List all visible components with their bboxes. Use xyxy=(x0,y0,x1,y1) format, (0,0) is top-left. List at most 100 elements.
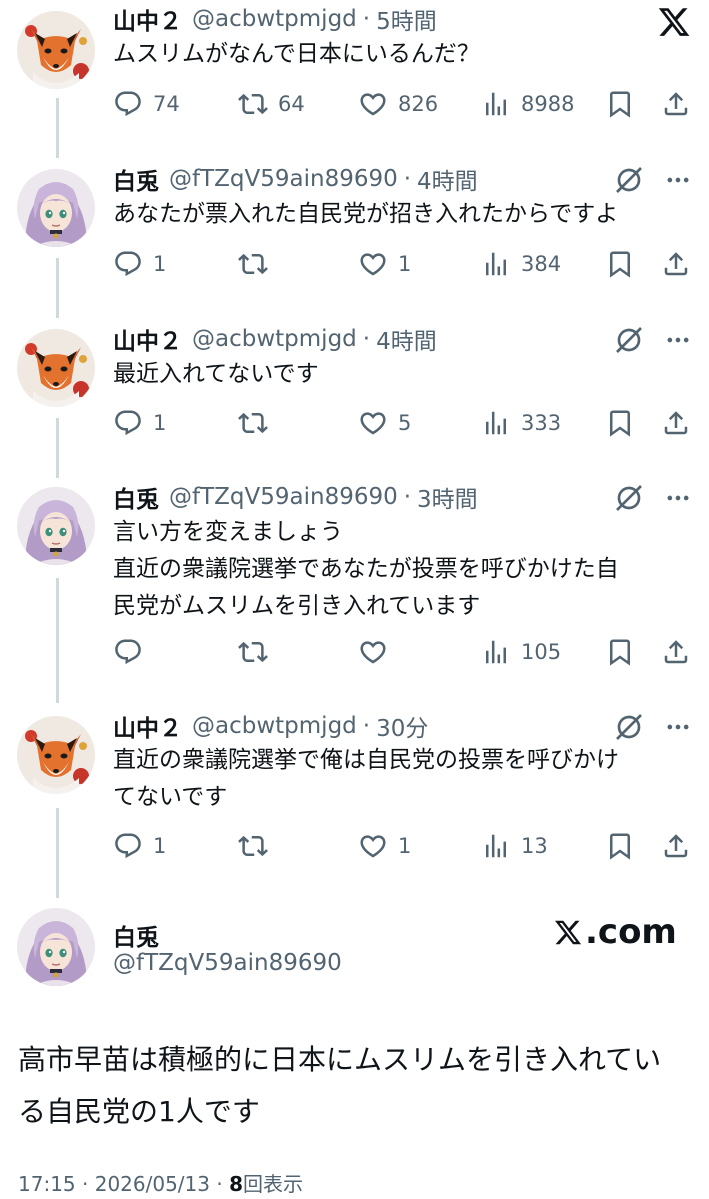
avatar[interactable] xyxy=(17,11,95,89)
post-header: 白兎 @fTZqV59ain89690 · 3時間 xyxy=(113,480,478,514)
grok-icon[interactable] xyxy=(613,164,645,196)
reply-button[interactable]: 1 xyxy=(113,403,166,443)
more-icon[interactable] xyxy=(664,484,692,512)
more-icon[interactable] xyxy=(664,166,692,194)
post-text-line: 民党がムスリムを引き入れています xyxy=(113,593,481,619)
reply-button[interactable]: 74 xyxy=(113,84,180,124)
share-button[interactable] xyxy=(661,244,691,284)
more-icon[interactable] xyxy=(664,326,692,354)
separator: · xyxy=(403,484,412,510)
post-text-line: 最近入れてないです xyxy=(113,361,319,387)
author-name[interactable]: 山中２ xyxy=(113,709,182,743)
views-button[interactable]: 8988 xyxy=(481,84,574,124)
author-handle[interactable]: @acbwtpmjgd xyxy=(192,713,357,739)
post-timestamp[interactable]: 17:15 xyxy=(18,1172,76,1196)
reply-count: 1 xyxy=(153,834,167,858)
post-text-line: 言い方を変えましょう xyxy=(113,519,343,545)
grok-icon[interactable] xyxy=(613,482,645,514)
bookmark-button[interactable] xyxy=(605,403,635,443)
avatar[interactable] xyxy=(17,329,95,407)
repost-icon xyxy=(238,831,268,861)
reply-button[interactable]: 1 xyxy=(113,826,166,866)
main-post-text: 高市早苗は積極的に日本にムスリムを引き入れてい る自民党の1人です xyxy=(18,1034,661,1138)
more-icon[interactable] xyxy=(664,713,692,741)
repost-icon xyxy=(238,637,268,667)
author-name[interactable]: 山中２ xyxy=(113,322,182,356)
share-button[interactable] xyxy=(661,632,691,672)
repost-button[interactable] xyxy=(238,403,278,443)
grok-icon[interactable] xyxy=(613,324,645,356)
repost-icon xyxy=(238,408,268,438)
post-text-line: てないです xyxy=(113,784,228,810)
post-text-line: 直近の衆議院選挙で俺は自民党の投票を呼びかけ xyxy=(113,747,619,773)
views-icon xyxy=(481,408,511,438)
views-button[interactable]: 13 xyxy=(481,826,548,866)
separator: · xyxy=(362,713,371,739)
avatar[interactable] xyxy=(17,716,95,794)
post-time[interactable]: 4時間 xyxy=(376,322,437,356)
x-logo-icon[interactable] xyxy=(656,5,692,39)
repost-button[interactable] xyxy=(238,632,278,672)
watermark-text: .com xyxy=(585,912,677,952)
like-button[interactable]: 1 xyxy=(358,244,411,284)
post-text: 直近の衆議院選挙で俺は自民党の投票を呼びかけ てないです xyxy=(113,742,619,816)
views-icon xyxy=(481,249,511,279)
action-bar: 105 xyxy=(113,632,693,672)
bookmark-icon xyxy=(605,249,635,279)
post-meta: 17:15 · 2026/05/13 · 8回表示 xyxy=(18,1168,303,1197)
like-button[interactable]: 5 xyxy=(358,403,411,443)
author-handle[interactable]: @acbwtpmjgd xyxy=(192,326,357,352)
like-button[interactable]: 826 xyxy=(358,84,438,124)
views-button[interactable]: 105 xyxy=(481,632,561,672)
bookmark-button[interactable] xyxy=(605,632,635,672)
grok-icon[interactable] xyxy=(613,711,645,743)
repost-button[interactable] xyxy=(238,826,278,866)
separator: · xyxy=(82,1172,89,1196)
like-button[interactable]: 1 xyxy=(358,826,411,866)
like-icon xyxy=(358,249,388,279)
views-count: 105 xyxy=(521,640,562,664)
thread-line xyxy=(56,258,59,318)
author-handle[interactable]: @acbwtpmjgd xyxy=(192,6,357,32)
share-icon xyxy=(661,831,691,861)
post-date[interactable]: 2026/05/13 xyxy=(95,1172,210,1196)
author-handle[interactable]: @fTZqV59ain89690 xyxy=(169,484,398,510)
like-count: 5 xyxy=(398,411,412,435)
post-time[interactable]: 4時間 xyxy=(417,162,478,196)
views-button[interactable]: 384 xyxy=(481,244,561,284)
author-name[interactable]: 白兎 xyxy=(113,162,159,196)
author-name[interactable]: 山中２ xyxy=(113,2,182,36)
post-header: 白兎 @fTZqV59ain89690 · 4時間 xyxy=(113,162,478,196)
like-icon xyxy=(358,637,388,667)
author-handle[interactable]: @fTZqV59ain89690 xyxy=(113,950,342,976)
repost-button[interactable] xyxy=(238,244,278,284)
share-button[interactable] xyxy=(661,826,691,866)
bookmark-button[interactable] xyxy=(605,244,635,284)
reply-button[interactable] xyxy=(113,632,153,672)
share-icon xyxy=(661,637,691,667)
post-text-line: 高市早苗は積極的に日本にムスリムを引き入れてい xyxy=(18,1043,662,1076)
bookmark-button[interactable] xyxy=(605,84,635,124)
action-bar: 1 5 333 xyxy=(113,403,693,443)
like-count: 1 xyxy=(398,834,412,858)
post-time[interactable]: 5時間 xyxy=(376,2,437,36)
views-button[interactable]: 333 xyxy=(481,403,561,443)
bookmark-button[interactable] xyxy=(605,826,635,866)
thread-line xyxy=(56,808,59,898)
post-time[interactable]: 3時間 xyxy=(417,480,478,514)
post-time[interactable]: 30分 xyxy=(376,709,428,743)
reply-button[interactable]: 1 xyxy=(113,244,166,284)
author-handle[interactable]: @fTZqV59ain89690 xyxy=(169,166,398,192)
avatar[interactable] xyxy=(17,908,95,986)
share-button[interactable] xyxy=(661,84,691,124)
avatar[interactable] xyxy=(17,169,95,247)
avatar[interactable] xyxy=(17,487,95,565)
views-count: 13 xyxy=(521,834,548,858)
share-button[interactable] xyxy=(661,403,691,443)
author-name[interactable]: 白兎 xyxy=(113,480,159,514)
bookmark-icon xyxy=(605,831,635,861)
author-name[interactable]: 白兎 xyxy=(113,918,159,952)
repost-button[interactable]: 64 xyxy=(238,84,305,124)
post-header: 山中２ @acbwtpmjgd · 5時間 xyxy=(113,2,437,36)
like-button[interactable] xyxy=(358,632,398,672)
